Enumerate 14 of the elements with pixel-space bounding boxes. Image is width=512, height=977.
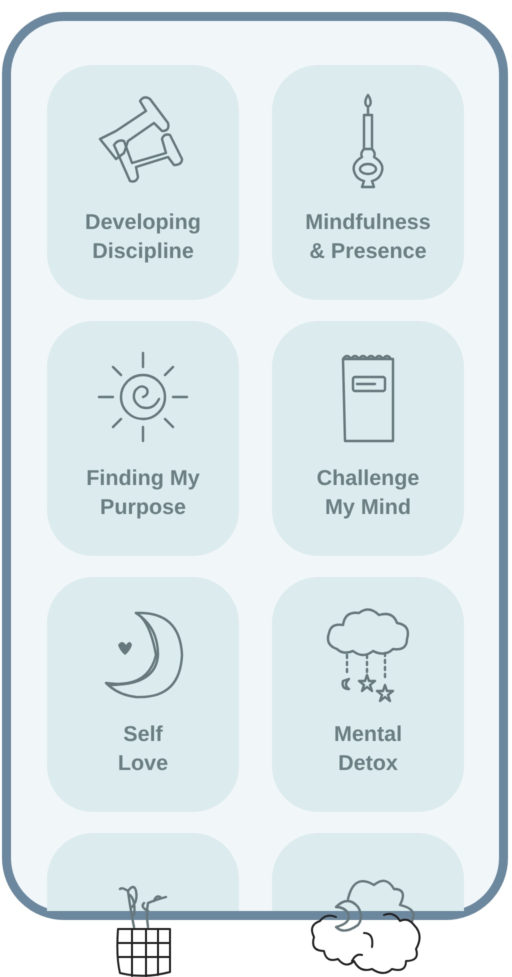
category-card[interactable]: Mindfulness & Presence (272, 65, 464, 300)
category-card[interactable]: Mental Detox (272, 577, 464, 812)
category-card[interactable] (47, 833, 239, 911)
card-title: Finding My Purpose (85, 465, 201, 521)
category-card[interactable]: Developing Discipline (47, 65, 239, 300)
category-card[interactable]: Challenge My Mind (272, 321, 464, 556)
card-title: Mindfulness & Presence (304, 209, 432, 265)
category-card[interactable]: Self Love (47, 577, 239, 812)
card-title: Self Love (116, 721, 170, 777)
card-title: Challenge My Mind (316, 465, 420, 521)
card-title: Mental Detox (332, 721, 404, 777)
card-title: Developing Discipline (84, 209, 202, 265)
category-card[interactable]: Finding My Purpose (47, 321, 239, 556)
category-card[interactable] (272, 833, 464, 911)
